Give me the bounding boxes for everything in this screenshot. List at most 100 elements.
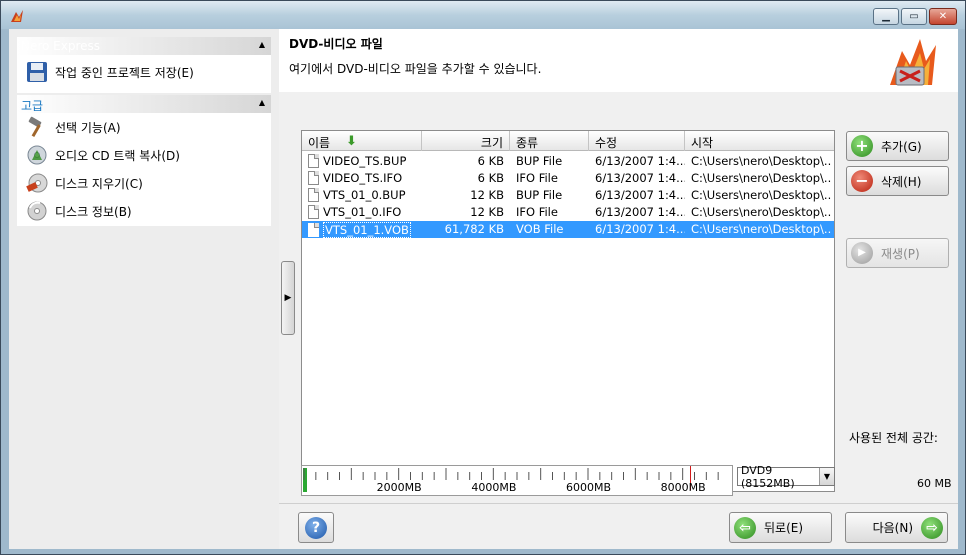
file-size: 12 KB — [470, 205, 504, 219]
bottom-divider — [279, 503, 958, 504]
back-button-label: 뒤로(E) — [764, 521, 804, 535]
column-header-size[interactable]: 크기 — [422, 131, 510, 151]
file-name: VTS_01_1.VOB — [323, 222, 411, 238]
task-label: 선택 기능(A) — [55, 120, 121, 135]
play-button[interactable]: ▶ 재생(P) — [846, 238, 949, 268]
column-header-name[interactable]: 이름 ⬇ — [302, 131, 422, 151]
file-name: VTS_01_0.BUP — [323, 188, 406, 202]
disc-type-select[interactable]: DVD9 (8152MB) ▼ — [737, 464, 835, 490]
file-row[interactable]: VIDEO_TS.BUP 6 KB BUP File 6/13/2007 1:4...… — [302, 153, 834, 170]
pane-splitter[interactable]: ▶ — [281, 261, 295, 335]
minimize-icon: ▁ — [882, 10, 890, 22]
maximize-button[interactable]: ▭ — [901, 8, 927, 25]
next-button-label: 다음(N) — [872, 521, 913, 535]
page-header: DVD-비디오 파일 여기에서 DVD-비디오 파일을 추가할 수 있습니다. — [279, 29, 958, 92]
help-icon: ? — [305, 516, 327, 539]
file-name-cell: VIDEO_TS.BUP — [308, 154, 420, 168]
optional-features-task[interactable]: 선택 기능(A) — [25, 115, 121, 139]
file-modified: 6/13/2007 1:4... — [595, 188, 685, 202]
erase-disc-task[interactable]: 디스크 지우기(C) — [25, 171, 143, 195]
file-type: VOB File — [516, 222, 564, 236]
file-name: VIDEO_TS.IFO — [323, 171, 403, 185]
file-name: VTS_01_0.IFO — [323, 205, 402, 219]
collapse-icon[interactable]: ▲ — [259, 98, 265, 107]
file-size: 6 KB — [477, 171, 504, 185]
capacity-label: 4000MB — [471, 481, 517, 494]
capacity-ticks — [303, 468, 719, 480]
page-subtitle: 여기에서 DVD-비디오 파일을 추가할 수 있습니다. — [289, 62, 542, 76]
file-row[interactable]: VTS_01_0.IFO 12 KB IFO File 6/13/2007 1:4..… — [302, 204, 834, 221]
disc-type-value: DVD9 (8152MB) — [741, 463, 795, 490]
column-header-type[interactable]: 종류 — [510, 131, 589, 151]
file-type: BUP File — [516, 154, 563, 168]
file-origin: C:\Users\nero\Desktop\... — [691, 171, 831, 185]
list-header: 이름 ⬇ 크기 종류 수정 시작 — [302, 131, 834, 151]
plus-icon: + — [851, 135, 873, 157]
file-icon — [308, 205, 319, 219]
save-project-task[interactable]: 작업 중인 프로젝트 저장(E) — [25, 60, 194, 84]
file-type: IFO File — [516, 171, 558, 185]
total-space-label: 사용된 전체 공간: — [849, 431, 938, 445]
client-area: Nero Express ▲ 작업 중인 프로젝트 저장(E) 고급 ▲ 선택 … — [9, 29, 958, 549]
file-row[interactable]: VIDEO_TS.IFO 6 KB IFO File 6/13/2007 1:4...… — [302, 170, 834, 187]
total-space-value: 60 MB — [917, 477, 952, 490]
file-size: 61,782 KB — [444, 222, 504, 236]
minimize-button[interactable]: ▁ — [873, 8, 899, 25]
copy-audio-cd-task[interactable]: 오디오 CD 트랙 복사(D) — [25, 143, 180, 167]
file-icon — [308, 188, 319, 202]
capacity-label: 8000MB — [660, 481, 706, 494]
nero-express-group: Nero Express ▲ 작업 중인 프로젝트 저장(E) — [17, 37, 271, 93]
maximize-icon: ▭ — [909, 10, 919, 22]
app-window: ▁ ▭ ✕ Nero Express ▲ 작업 중인 프로젝트 저장(E) 고급… — [0, 0, 966, 555]
file-type: BUP File — [516, 188, 563, 202]
audio-cd-icon — [25, 143, 49, 167]
file-name-cell: VIDEO_TS.IFO — [308, 171, 420, 185]
file-origin: C:\Users\nero\Desktop\... — [691, 188, 831, 202]
file-icon — [308, 154, 319, 168]
task-label: 오디오 CD 트랙 복사(D) — [55, 148, 180, 163]
nero-app-icon — [11, 10, 23, 22]
delete-button-label: 삭제(H) — [881, 174, 922, 189]
file-size: 6 KB — [477, 154, 504, 168]
capacity-label: 6000MB — [566, 481, 612, 494]
nero-logo-icon — [890, 39, 936, 86]
file-origin: C:\Users\nero\Desktop\... — [691, 222, 831, 236]
file-list[interactable]: 이름 ⬇ 크기 종류 수정 시작 VIDEO_TS.BUP 6 KB BUP File… — [301, 130, 835, 492]
file-modified: 6/13/2007 1:4... — [595, 171, 685, 185]
file-icon — [308, 223, 319, 237]
add-button[interactable]: + 추가(G) — [846, 131, 949, 161]
close-button[interactable]: ✕ — [929, 8, 957, 25]
dropdown-arrow-icon[interactable]: ▼ — [819, 468, 834, 485]
hammer-icon — [25, 115, 49, 139]
file-name-cell: VTS_01_0.IFO — [308, 205, 420, 219]
sort-arrow-icon: ⬇ — [346, 134, 357, 149]
back-button[interactable]: ⇦ 뒤로(E) — [729, 512, 832, 543]
title-bar[interactable]: ▁ ▭ ✕ — [1, 1, 965, 29]
column-header-modified[interactable]: 수정 — [589, 131, 685, 151]
arrow-left-icon: ⇦ — [734, 516, 756, 539]
file-modified: 6/13/2007 1:4... — [595, 205, 685, 219]
advanced-group: 고급 ▲ 선택 기능(A) 오디오 CD 트랙 복사(D) 디스크 지우기(C)… — [17, 95, 271, 226]
add-button-label: 추가(G) — [881, 139, 922, 154]
file-name-cell: VTS_01_0.BUP — [308, 188, 420, 202]
file-origin: C:\Users\nero\Desktop\... — [691, 154, 831, 168]
file-origin: C:\Users\nero\Desktop\... — [691, 205, 831, 219]
delete-button[interactable]: − 삭제(H) — [846, 166, 949, 196]
nero-express-group-header[interactable]: Nero Express ▲ — [17, 37, 271, 55]
file-name: VIDEO_TS.BUP — [323, 154, 407, 168]
capacity-label: 2000MB — [376, 481, 422, 494]
file-row[interactable]: VTS_01_1.VOB 61,782 KB VOB File 6/13/2007 1… — [302, 221, 834, 238]
collapse-icon[interactable]: ▲ — [259, 40, 265, 49]
file-row[interactable]: VTS_01_0.BUP 12 KB BUP File 6/13/2007 1:4..… — [302, 187, 834, 204]
disc-info-task[interactable]: 디스크 정보(B) — [25, 199, 132, 223]
advanced-group-header[interactable]: 고급 ▲ — [17, 95, 271, 113]
floppy-disk-icon — [25, 60, 49, 84]
help-button[interactable]: ? — [298, 512, 334, 543]
arrow-right-icon: ⇨ — [921, 516, 943, 539]
file-modified: 6/13/2007 1:4... — [595, 154, 685, 168]
column-header-origin[interactable]: 시작 — [685, 131, 834, 151]
file-type: IFO File — [516, 205, 558, 219]
minus-icon: − — [851, 170, 873, 192]
next-button[interactable]: 다음(N) ⇨ — [845, 512, 948, 543]
capacity-bar: 2000MB 4000MB 6000MB 8000MB — [301, 465, 733, 496]
